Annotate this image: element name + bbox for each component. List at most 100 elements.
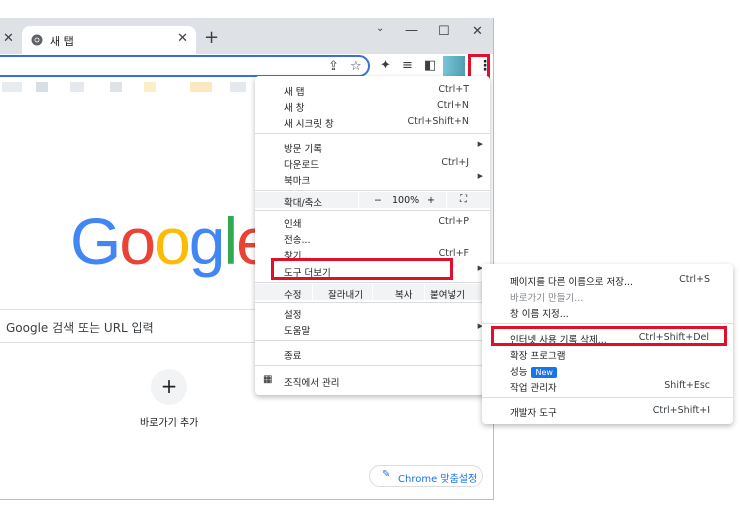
customize-chrome-button[interactable]: ✎ Chrome 맞춤설정: [369, 465, 483, 487]
menu-item-downloads[interactable]: 다운로드 Ctrl+J: [255, 154, 490, 171]
bookmark-item[interactable]: [36, 82, 48, 92]
menu-item-print[interactable]: 인쇄 Ctrl+P: [255, 213, 490, 230]
plus-icon[interactable]: +: [204, 27, 219, 48]
bookmark-item[interactable]: [70, 82, 84, 92]
menu-item-new-tab[interactable]: 새 탭 Ctrl+T: [255, 81, 490, 98]
menu-item-label: 바로가기 만들기...: [510, 293, 584, 304]
shortcut-text: Shift+Esc: [664, 380, 710, 391]
divider: [372, 284, 373, 300]
divider: [255, 282, 490, 283]
cut-button[interactable]: 잘라내기: [328, 287, 363, 301]
divider: [255, 340, 490, 341]
building-icon: ▦: [263, 374, 273, 385]
menu-item-bookmarks[interactable]: 북마크 ▶: [255, 170, 490, 187]
menu-item-label: 새 창: [284, 103, 305, 114]
menu-item-help[interactable]: 도움말 ▶: [255, 320, 490, 337]
bookmark-item[interactable]: [110, 82, 122, 92]
paste-button[interactable]: 붙여넣기: [430, 287, 465, 301]
zoom-out-button[interactable]: −: [374, 195, 382, 206]
menu-item-new-incognito[interactable]: 새 시크릿 창 Ctrl+Shift+N: [255, 113, 490, 130]
shortcut-text: Ctrl+N: [437, 100, 469, 111]
chrome-menu: 새 탭 Ctrl+T 새 창 Ctrl+N 새 시크릿 창 Ctrl+Shift…: [255, 76, 490, 395]
menu-item-label: 다운로드: [284, 160, 319, 171]
bookmark-item[interactable]: [144, 82, 156, 92]
shortcut-text: Ctrl+Shift+I: [652, 405, 710, 416]
bookmark-item[interactable]: [230, 82, 246, 92]
chevron-right-icon: ▶: [477, 172, 483, 180]
menu-item-label: 방문 기록: [284, 144, 322, 155]
fullscreen-icon[interactable]: ⛶: [460, 194, 467, 205]
avatar[interactable]: [443, 56, 465, 78]
close-icon[interactable]: ✕: [472, 24, 483, 39]
puzzle-icon[interactable]: ✦: [380, 58, 391, 73]
submenu-item-save-page[interactable]: 페이지를 다른 이름으로 저장... Ctrl+S: [482, 271, 733, 288]
menu-item-label: 북마크: [284, 176, 311, 187]
chevron-down-icon[interactable]: ⌄: [376, 23, 384, 34]
tab-strip: ✕ 새 탭 ✕ + ⌄ — ☐ ✕: [0, 18, 493, 54]
divider: [255, 190, 490, 191]
shortcut-text: Ctrl+T: [438, 84, 469, 95]
divider: [358, 192, 359, 208]
share-icon[interactable]: ⇪: [328, 59, 339, 74]
menu-item-new-window[interactable]: 새 창 Ctrl+N: [255, 97, 490, 114]
menu-item-label: 새 탭: [284, 87, 305, 98]
divider: [255, 365, 490, 366]
highlight-more-tools: [271, 258, 453, 280]
add-shortcut-button[interactable]: +: [151, 369, 187, 405]
menu-item-label: 확장 프로그램: [510, 351, 566, 362]
customize-label: Chrome 맞춤설정: [398, 474, 478, 485]
plus-icon: +: [160, 374, 178, 398]
shortcut-text: Ctrl+J: [441, 157, 469, 168]
search-placeholder: Google 검색 또는 URL 입력: [6, 321, 154, 335]
submenu-item-developer-tools[interactable]: 개발자 도구 Ctrl+Shift+I: [482, 402, 733, 419]
submenu-item-create-shortcut[interactable]: 바로가기 만들기...: [482, 287, 733, 304]
divider: [255, 210, 490, 211]
shortcut-text: Ctrl+Shift+N: [407, 116, 469, 127]
menu-item-history[interactable]: 방문 기록 ▶: [255, 138, 490, 155]
zoom-value: 100%: [392, 195, 420, 206]
edit-label: 수정: [284, 290, 302, 301]
bookmark-item[interactable]: [2, 82, 22, 92]
close-icon[interactable]: ✕: [3, 31, 14, 46]
star-icon[interactable]: ☆: [350, 59, 362, 74]
submenu-item-name-window[interactable]: 창 이름 지정...: [482, 303, 733, 320]
tab-new-tab[interactable]: 새 탭 ✕: [22, 26, 196, 54]
kebab-icon: ⋮: [478, 58, 492, 74]
divider: [312, 284, 313, 300]
menu-item-label: 페이지를 다른 이름으로 저장...: [510, 277, 633, 288]
submenu-item-performance[interactable]: 성능 New: [482, 361, 733, 378]
divider: [482, 397, 733, 398]
close-icon[interactable]: ✕: [177, 31, 188, 46]
copy-button[interactable]: 복사: [395, 287, 412, 301]
chevron-right-icon: ▶: [477, 140, 483, 148]
menu-item-edit: 수정 잘라내기 복사 붙여넣기: [255, 284, 490, 301]
add-shortcut-label: 바로가기 추가: [140, 418, 199, 429]
menu-item-managed[interactable]: ▦ 조직에서 관리: [255, 372, 490, 389]
chrome-icon: [31, 34, 43, 46]
divider: [482, 323, 733, 324]
divider: [424, 284, 425, 300]
divider: [255, 302, 490, 303]
sidepanel-icon[interactable]: ◧: [424, 58, 436, 73]
maximize-icon[interactable]: ☐: [438, 24, 450, 39]
menu-item-label: 전송...: [284, 235, 311, 246]
media-icon[interactable]: ≡: [402, 58, 413, 73]
submenu-item-task-manager[interactable]: 작업 관리자 Shift+Esc: [482, 377, 733, 394]
menu-item-settings[interactable]: 설정: [255, 304, 490, 321]
menu-item-zoom: 확대/축소 − 100% + ⛶: [255, 192, 490, 209]
menu-item-label: 새 시크릿 창: [284, 119, 334, 130]
bookmark-item[interactable]: [190, 82, 212, 92]
shortcut-text: Ctrl+S: [679, 274, 710, 285]
submenu-item-extensions[interactable]: 확장 프로그램: [482, 345, 733, 362]
menu-item-label: 성능 New: [510, 364, 557, 378]
address-bar[interactable]: ⇪ ☆: [0, 55, 370, 77]
zoom-in-button[interactable]: +: [427, 195, 435, 206]
menu-item-label: 인쇄: [284, 219, 302, 230]
menu-item-cast[interactable]: 전송...: [255, 229, 490, 246]
search-input[interactable]: Google 검색 또는 URL 입력: [0, 309, 270, 343]
menu-item-label: 설정: [284, 310, 302, 321]
menu-item-exit[interactable]: 종료: [255, 345, 490, 362]
menu-item-label: 개발자 도구: [510, 408, 557, 419]
divider: [446, 192, 447, 208]
minimize-icon[interactable]: —: [405, 23, 418, 38]
